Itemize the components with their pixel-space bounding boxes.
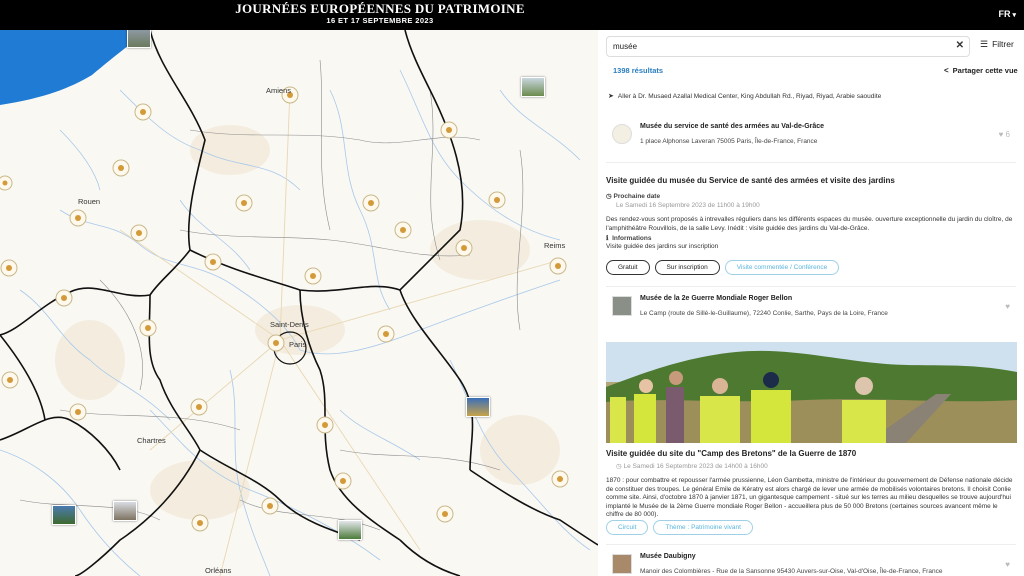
sliders-icon: ☰	[980, 39, 989, 49]
city-label: Reims	[544, 241, 566, 250]
share-label: Partager cette vue	[952, 66, 1018, 75]
navigation-arrow-icon: ➤	[608, 93, 614, 100]
tag-gratuit[interactable]: Gratuit	[606, 260, 650, 275]
map-thumbnail[interactable]	[466, 397, 490, 417]
event-description: 1870 : pour combattre et repousser l'arm…	[606, 477, 1013, 518]
logo-subtitle: 16 ET 17 SEPTEMBRE 2023	[326, 16, 434, 25]
place-thumbnail	[612, 296, 632, 316]
event-photo-image	[606, 342, 1017, 443]
like-button[interactable]: ♥	[1005, 302, 1010, 311]
divider	[606, 544, 1016, 545]
like-count: 6	[1005, 130, 1010, 139]
region-borders	[0, 30, 598, 576]
place-card-roger-bellon[interactable]: Musée de la 2e Guerre Mondiale Roger Bel…	[612, 292, 1014, 328]
next-date-label: ◷ Prochaine date	[606, 193, 661, 200]
map-thumbnail[interactable]	[113, 501, 137, 521]
place-address: Manoir des Colombières - Rue de la Sanso…	[640, 568, 943, 575]
city-label: Rouen	[78, 197, 101, 206]
tag-visite-commentee[interactable]: Visite commentée / Conférence	[724, 260, 840, 275]
results-count: 1398 résultats	[613, 66, 664, 75]
language-label: FR	[998, 9, 1011, 19]
info-text: Visite guidée des jardins sur inscriptio…	[606, 243, 719, 250]
heart-icon: ♥	[1005, 302, 1010, 311]
city-label: Amiens	[266, 86, 292, 95]
event-date: ◷ Le Samedi 16 Septembre 2023 de 14h00 à…	[616, 463, 768, 470]
city-label: Chartres	[137, 436, 166, 445]
place-card-val-de-grace[interactable]: Musée du service de santé des armées au …	[612, 120, 1014, 156]
place-thumbnail	[612, 554, 632, 574]
event-tags: Circuit Thème : Patrimoine vivant	[606, 520, 753, 535]
divider	[606, 286, 1016, 287]
site-logo[interactable]: JOURNÉES EUROPÉENNES DU PATRIMOINE 16 ET…	[0, 2, 760, 26]
place-address: Le Camp (route de Sillé-le-Guillaume), 7…	[640, 310, 888, 317]
heart-icon: ♥	[998, 130, 1004, 139]
event-description: Des rendez-vous sont proposés à intreval…	[606, 216, 1013, 232]
map-thumbnail[interactable]	[127, 30, 151, 48]
like-button[interactable]: ♥	[1005, 560, 1010, 569]
event-tags: Gratuit Sur inscription Visite commentée…	[606, 260, 840, 275]
logo-title: JOURNÉES EUROPÉENNES DU PATRIMOINE	[235, 1, 525, 16]
share-view-button[interactable]: < Partager cette vue	[944, 66, 1018, 75]
heart-icon: ♥	[1005, 560, 1010, 569]
map-thumbnail[interactable]	[52, 505, 76, 525]
city-label: Paris	[289, 340, 307, 349]
chevron-down-icon: ▾	[1012, 12, 1016, 19]
jep-logo-icon	[612, 124, 632, 144]
event-title[interactable]: Visite guidée du musée du Service de san…	[606, 176, 895, 185]
city-label: Saint-Denis	[270, 320, 309, 329]
place-name: Musée de la 2e Guerre Mondiale Roger Bel…	[640, 295, 793, 302]
close-icon[interactable]: ✕	[956, 40, 964, 51]
city-label: Orléans	[205, 566, 232, 575]
tag-patrimoine-vivant[interactable]: Thème : Patrimoine vivant	[653, 520, 753, 535]
place-card-daubigny[interactable]: Musée Daubigny Manoir des Colombières - …	[612, 550, 1014, 576]
place-name: Musée Daubigny	[640, 553, 696, 560]
top-header: JOURNÉES EUROPÉENNES DU PATRIMOINE 16 ET…	[0, 0, 1024, 30]
navigate-to-link[interactable]: ➤ Aller à Dr. Musaed Azallal Medical Cent…	[608, 92, 881, 100]
divider	[606, 162, 1016, 163]
tag-sur-inscription[interactable]: Sur inscription	[654, 260, 720, 275]
results-panel[interactable]: ✕ ☰Filtrer 1398 résultats <Partager cett…	[598, 30, 1024, 576]
map-canvas[interactable]	[0, 30, 598, 576]
like-button[interactable]: ♥ 6	[999, 130, 1010, 139]
clock-icon: ◷	[606, 193, 612, 200]
place-address: 1 place Alphonse Laveran 75005 Paris, Îl…	[640, 138, 818, 145]
place-name: Musée du service de santé des armées au …	[640, 123, 825, 130]
map-thumbnail[interactable]	[521, 77, 545, 97]
event-photo[interactable]	[606, 342, 1017, 443]
language-selector[interactable]: FR ▾	[998, 9, 1016, 19]
map-thumbnail[interactable]	[338, 520, 362, 540]
event-date: Le Samedi 16 Septembre 2023 de 11h00 à 1…	[616, 202, 760, 209]
info-label: ℹ Informations	[606, 235, 652, 242]
search-input[interactable]	[613, 39, 943, 53]
info-icon: ℹ	[606, 235, 609, 242]
search-box: ✕	[606, 36, 970, 57]
map-view[interactable]: Amiens Rouen Reims Saint-Denis Paris Cha…	[0, 30, 598, 576]
event-title[interactable]: Visite guidée du site du "Camp des Breto…	[606, 449, 856, 458]
filter-button[interactable]: ☰ Filtrer	[980, 39, 1014, 50]
share-icon: <	[944, 66, 949, 75]
clock-icon: ◷	[616, 463, 622, 470]
navigation-text: Aller à Dr. Musaed Azallal Medical Cente…	[617, 93, 882, 100]
tag-circuit[interactable]: Circuit	[606, 520, 649, 535]
filter-label: Filtrer	[992, 39, 1014, 49]
